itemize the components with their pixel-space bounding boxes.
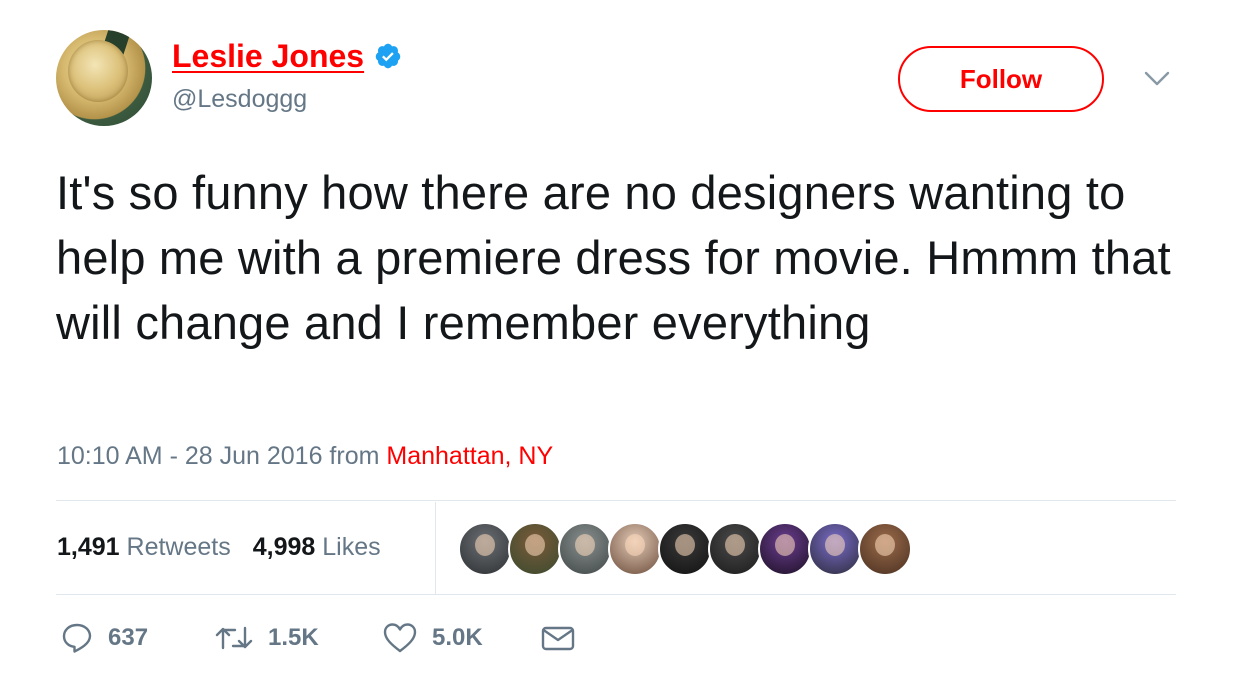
retweet-icon xyxy=(215,626,253,650)
envelope-icon xyxy=(541,626,575,651)
tweet-timestamp[interactable]: 10:10 AM - 28 Jun 2016 xyxy=(57,442,322,470)
tweet-stats: 1,491 Retweets 4,998 Likes xyxy=(57,530,381,564)
tweet-card: Leslie Jones @Lesdoggg Follow It's so fu… xyxy=(0,0,1250,694)
divider-bottom xyxy=(56,594,1176,595)
liker-avatar[interactable] xyxy=(708,522,762,576)
tweet-actions: 637 1.5K 5.0K xyxy=(60,616,620,660)
tweet-metadata: 10:10 AM - 28 Jun 2016 from Manhattan, N… xyxy=(57,440,553,472)
liker-avatar[interactable] xyxy=(808,522,862,576)
user-handle[interactable]: @Lesdoggg xyxy=(172,84,307,114)
liker-avatar[interactable] xyxy=(858,522,912,576)
reply-icon xyxy=(62,623,92,653)
retweet-count: 1.5K xyxy=(268,624,319,651)
from-label: from xyxy=(329,442,380,470)
verified-badge-icon xyxy=(375,43,401,69)
likes-count: 4,998 xyxy=(252,533,316,561)
likes-label: Likes xyxy=(322,533,381,561)
liker-avatar[interactable] xyxy=(758,522,812,576)
liker-avatar[interactable] xyxy=(508,522,562,576)
reply-count: 637 xyxy=(108,624,149,651)
like-button[interactable]: 5.0K xyxy=(382,616,483,660)
likes-stat[interactable]: 4,998 Likes xyxy=(253,530,381,564)
divider-top xyxy=(56,500,1176,501)
retweets-stat[interactable]: 1,491 Retweets xyxy=(57,530,231,564)
avatar-medal-icon xyxy=(68,40,128,102)
display-name[interactable]: Leslie Jones xyxy=(172,38,364,74)
stats-divider xyxy=(435,502,436,594)
liker-avatar[interactable] xyxy=(558,522,612,576)
direct-message-button[interactable] xyxy=(540,616,576,660)
name-row: Leslie Jones xyxy=(172,38,402,74)
liker-avatar[interactable] xyxy=(458,522,512,576)
liker-avatar[interactable] xyxy=(608,522,662,576)
tweet-location[interactable]: Manhattan, NY xyxy=(386,442,553,470)
chevron-down-icon[interactable] xyxy=(1143,68,1171,90)
like-count: 5.0K xyxy=(432,624,483,651)
follow-button[interactable]: Follow xyxy=(898,46,1104,112)
heart-icon xyxy=(383,623,417,653)
retweets-count: 1,491 xyxy=(57,533,120,561)
retweets-label: Retweets xyxy=(126,533,231,561)
retweet-button[interactable]: 1.5K xyxy=(214,616,319,660)
tweet-text: It's so funny how there are no designers… xyxy=(56,166,1171,349)
avatar[interactable] xyxy=(56,30,152,126)
reply-button[interactable]: 637 xyxy=(60,616,148,660)
liker-avatar[interactable] xyxy=(658,522,712,576)
liker-avatars xyxy=(458,522,912,576)
